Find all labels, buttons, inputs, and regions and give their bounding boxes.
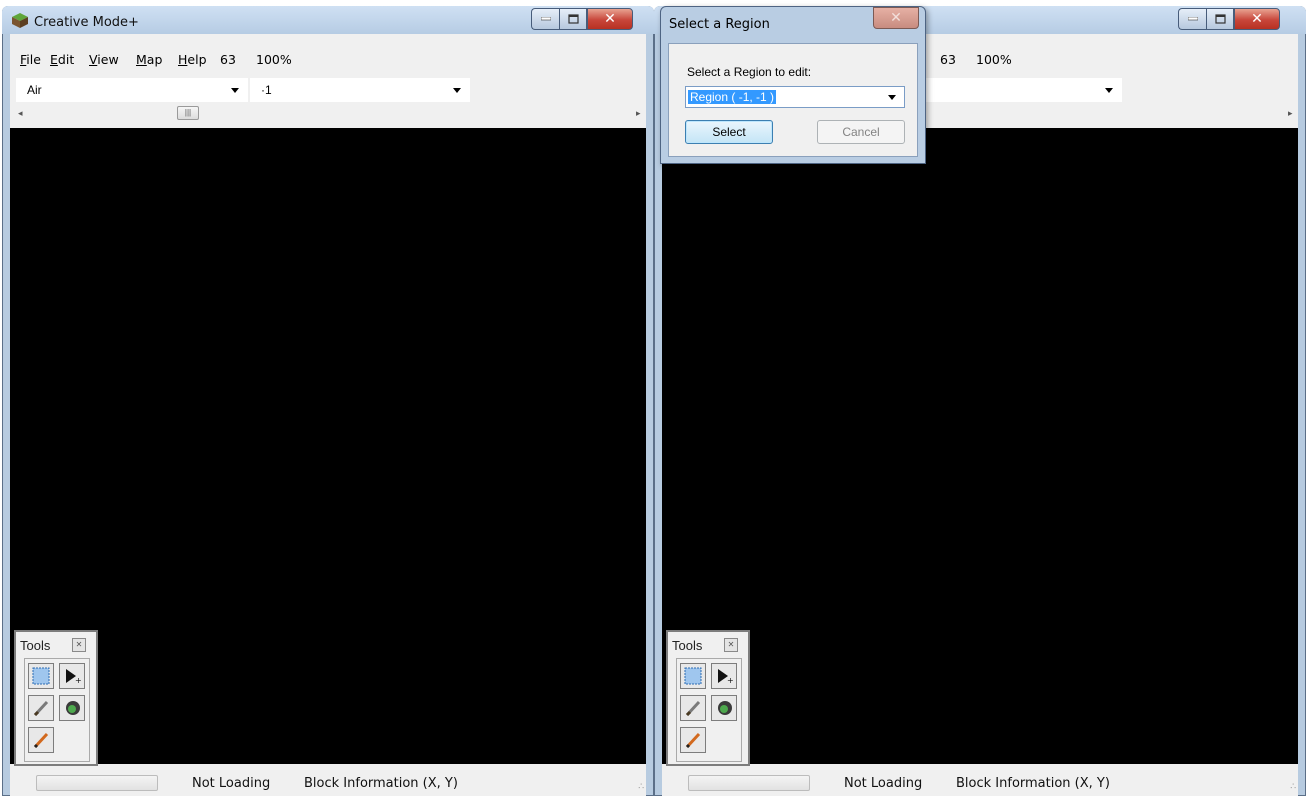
loading-progress-bar bbox=[36, 775, 158, 791]
loading-status: Not Loading bbox=[844, 776, 923, 791]
layer-combo[interactable] bbox=[902, 78, 1122, 102]
client-area: File Edit View Map Help 63 100% Air ·1 ◂… bbox=[10, 34, 646, 796]
brush-tool[interactable] bbox=[680, 695, 706, 721]
pencil-tool[interactable] bbox=[680, 727, 706, 753]
tools-panel: Tools ✕ + bbox=[666, 630, 750, 766]
layer-readout: 63 bbox=[940, 52, 956, 67]
dialog-close-button[interactable]: ✕ bbox=[873, 7, 919, 29]
move-tool[interactable]: + bbox=[711, 663, 737, 689]
close-icon: ✕ bbox=[890, 10, 902, 26]
chevron-down-icon bbox=[888, 95, 896, 100]
maximize-button[interactable] bbox=[559, 8, 587, 30]
resize-grip-icon[interactable]: ∴ bbox=[1290, 782, 1296, 792]
menu-file[interactable]: File bbox=[20, 52, 41, 67]
zoom-readout: 100% bbox=[976, 52, 1012, 67]
chevron-down-icon bbox=[453, 88, 461, 93]
map-canvas[interactable] bbox=[662, 128, 1298, 764]
tools-title: Tools bbox=[20, 638, 51, 653]
cancel-button[interactable]: Cancel bbox=[817, 120, 905, 144]
caption-buttons: ✕ bbox=[531, 8, 633, 30]
app-grass-block-icon bbox=[12, 13, 28, 28]
menu-map[interactable]: Map bbox=[136, 52, 162, 67]
menu-help[interactable]: Help bbox=[178, 52, 207, 67]
select-rect-icon bbox=[684, 667, 702, 685]
move-pointer-icon: + bbox=[66, 669, 81, 685]
block-type-combo[interactable]: Air bbox=[16, 78, 248, 102]
tools-close-button[interactable]: ✕ bbox=[72, 638, 86, 652]
pencil-tool[interactable] bbox=[28, 727, 54, 753]
tools-grid: + bbox=[24, 658, 90, 762]
caption-buttons: ✕ bbox=[1178, 8, 1280, 30]
dialog-title: Select a Region bbox=[669, 17, 770, 32]
fill-bucket-icon bbox=[718, 701, 732, 715]
layer-combo[interactable]: ·1 bbox=[250, 78, 470, 102]
app-window-left: Creative Mode+ ✕ File Edit View Map Help… bbox=[2, 0, 654, 796]
minimize-button[interactable] bbox=[531, 8, 559, 30]
fill-tool[interactable] bbox=[59, 695, 85, 721]
brush-tool[interactable] bbox=[28, 695, 54, 721]
move-tool[interactable]: + bbox=[59, 663, 85, 689]
window-title: Creative Mode+ bbox=[34, 15, 139, 30]
minimize-icon bbox=[540, 17, 551, 21]
scroll-right-arrow-icon[interactable]: ▸ bbox=[1288, 108, 1293, 119]
tools-title: Tools bbox=[672, 638, 703, 653]
minimize-button[interactable] bbox=[1178, 8, 1206, 30]
layer-readout: 63 bbox=[220, 52, 236, 67]
block-information: Block Information (X, Y) bbox=[956, 776, 1110, 791]
menu-bar: File Edit View Map Help 63 100% bbox=[10, 48, 646, 68]
brush-icon bbox=[685, 700, 701, 717]
horizontal-scrollbar[interactable]: ◂ ||| ▸ bbox=[10, 104, 646, 122]
region-select-combo[interactable]: Region ( -1, -1 ) bbox=[685, 86, 905, 108]
loading-status: Not Loading bbox=[192, 776, 271, 791]
pencil-icon bbox=[685, 732, 701, 749]
scroll-right-arrow-icon[interactable]: ▸ bbox=[636, 108, 641, 119]
select-button[interactable]: Select bbox=[685, 120, 773, 144]
maximize-icon bbox=[567, 14, 579, 24]
tools-panel: Tools ✕ + bbox=[14, 630, 98, 766]
close-button[interactable]: ✕ bbox=[1234, 8, 1280, 30]
fill-bucket-icon bbox=[66, 701, 80, 715]
loading-progress-bar bbox=[688, 775, 810, 791]
fill-tool[interactable] bbox=[711, 695, 737, 721]
svg-text:+: + bbox=[727, 676, 733, 685]
region-selected-value: Region ( -1, -1 ) bbox=[688, 90, 777, 104]
dialog-body: Select a Region to edit: Region ( -1, -1… bbox=[668, 43, 918, 157]
dialog-prompt: Select a Region to edit: bbox=[687, 65, 812, 79]
block-type-value: Air bbox=[27, 83, 42, 97]
resize-grip-icon[interactable]: ∴ bbox=[638, 782, 644, 792]
status-bar: Not Loading Block Information (X, Y) ∴ bbox=[662, 770, 1298, 796]
select-rect-tool[interactable] bbox=[28, 663, 54, 689]
select-region-dialog: Select a Region ✕ Select a Region to edi… bbox=[660, 6, 926, 164]
maximize-button[interactable] bbox=[1206, 8, 1234, 30]
select-rect-icon bbox=[32, 667, 50, 685]
layer-value: ·1 bbox=[261, 83, 272, 97]
svg-text:+: + bbox=[75, 676, 81, 685]
chevron-down-icon bbox=[231, 88, 239, 93]
minimize-icon bbox=[1187, 17, 1198, 21]
close-button[interactable]: ✕ bbox=[587, 8, 633, 30]
tools-grid: + bbox=[676, 658, 742, 762]
close-icon: ✕ bbox=[1251, 11, 1263, 27]
maximize-icon bbox=[1214, 14, 1226, 24]
select-rect-tool[interactable] bbox=[680, 663, 706, 689]
chevron-down-icon bbox=[1105, 88, 1113, 93]
pencil-icon bbox=[33, 732, 49, 749]
scroll-left-arrow-icon[interactable]: ◂ bbox=[18, 108, 23, 119]
scroll-thumb[interactable]: ||| bbox=[177, 106, 199, 120]
menu-view[interactable]: View bbox=[89, 52, 119, 67]
map-canvas[interactable] bbox=[10, 128, 646, 764]
brush-icon bbox=[33, 700, 49, 717]
zoom-readout: 100% bbox=[256, 52, 292, 67]
status-bar: Not Loading Block Information (X, Y) ∴ bbox=[10, 770, 646, 796]
close-icon: ✕ bbox=[604, 11, 616, 27]
menu-edit[interactable]: Edit bbox=[50, 52, 74, 67]
tools-close-button[interactable]: ✕ bbox=[724, 638, 738, 652]
move-pointer-icon: + bbox=[718, 669, 733, 685]
block-information: Block Information (X, Y) bbox=[304, 776, 458, 791]
